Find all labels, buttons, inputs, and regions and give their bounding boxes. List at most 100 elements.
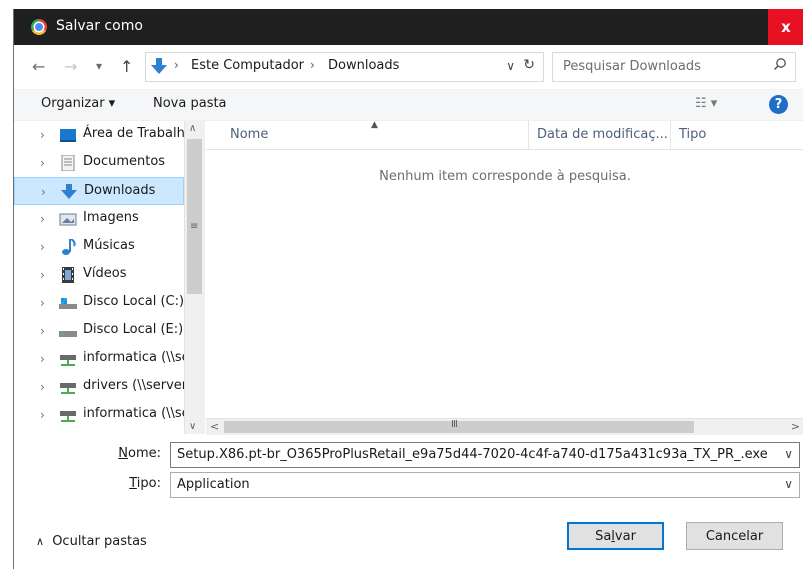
breadcrumb-downloads[interactable]: Downloads — [328, 58, 399, 73]
command-bar: Organizar ▾ Nova pasta ☷ ▾ ? — [14, 89, 803, 121]
help-icon[interactable]: ? — [769, 95, 788, 114]
sidebar-item-label: Disco Local (E:) — [83, 322, 184, 337]
sidebar-item-label: Área de Trabalho — [83, 126, 193, 141]
window-title: Salvar como — [56, 18, 143, 34]
filetype-value[interactable] — [175, 476, 769, 493]
sidebar-item-informatica[interactable]: › informatica (\\se — [14, 345, 190, 373]
drive-e-icon — [59, 323, 77, 339]
chevron-right-icon[interactable]: › — [40, 324, 45, 338]
column-header-date-modified[interactable]: Data de modificaç... — [537, 127, 668, 142]
network-drive-icon — [59, 379, 77, 395]
sidebar-item-downloads[interactable]: › Downloads — [14, 177, 184, 205]
navigation-pane: › Área de Trabalho › Documentos › Downlo… — [14, 121, 204, 434]
sidebar-item-label: informatica (\\se — [83, 406, 190, 421]
column-header-name[interactable]: Nome — [230, 127, 268, 142]
chevron-down-icon[interactable]: ∨ — [784, 447, 793, 461]
filename-combobox[interactable]: ∨ — [170, 442, 800, 468]
sidebar-item-label: Disco Local (C:) — [83, 294, 185, 309]
file-list[interactable]: ▲ Nome Data de modificaç... Tipo Nenhum … — [206, 120, 803, 435]
downloads-icon — [150, 57, 168, 79]
recent-locations-button[interactable]: ▾ — [96, 59, 102, 73]
sidebar-item-label: drivers (\\serverf — [83, 378, 192, 393]
sidebar-item-imagens[interactable]: › Imagens — [14, 205, 184, 233]
chevron-right-icon[interactable]: › — [40, 380, 45, 394]
search-input[interactable] — [561, 58, 765, 75]
hide-folders-label: Ocultar pastas — [52, 534, 147, 549]
pictures-icon — [59, 211, 77, 227]
filetype-label: Tipo: — [129, 476, 161, 491]
filetype-select[interactable]: ∨ — [170, 472, 800, 498]
sidebar-item-label: Vídeos — [83, 266, 127, 281]
address-bar[interactable]: › Este Computador › Downloads ∨ ↻ — [145, 52, 544, 82]
sidebar-item-musicas[interactable]: › Músicas — [14, 233, 184, 261]
filename-label: Nome: — [118, 446, 161, 461]
sidebar-item-drivers[interactable]: › drivers (\\serverf — [14, 373, 192, 401]
sidebar-item-documentos[interactable]: › Documentos — [14, 149, 184, 177]
desktop-icon — [59, 127, 77, 143]
scroll-right-icon[interactable]: > — [791, 420, 800, 433]
downloads-icon — [60, 184, 78, 200]
back-button[interactable]: ← — [32, 57, 45, 76]
sidebar-item-videos[interactable]: › Vídeos — [14, 261, 184, 289]
scroll-up-icon[interactable]: ∧ — [189, 123, 196, 134]
chevron-right-icon[interactable]: › — [40, 268, 45, 282]
address-dropdown-button[interactable]: ∨ — [506, 59, 515, 73]
sidebar-item-disco-e[interactable]: › Disco Local (E:) — [14, 317, 184, 345]
sidebar-item-label: Imagens — [83, 210, 139, 225]
scrollbar-grip-icon: Ⅲ — [451, 419, 458, 430]
save-button[interactable]: Salvar — [567, 522, 664, 550]
search-box[interactable] — [552, 52, 796, 82]
close-button[interactable]: x — [768, 9, 803, 45]
sidebar-item-label: Músicas — [83, 238, 135, 253]
scroll-left-icon[interactable]: < — [210, 420, 219, 433]
horizontal-scrollbar[interactable]: < Ⅲ > — [206, 418, 803, 435]
chevron-right-icon[interactable]: › — [41, 185, 46, 199]
organize-menu-button[interactable]: Organizar ▾ — [41, 96, 115, 111]
column-divider[interactable] — [528, 121, 529, 149]
new-folder-button[interactable]: Nova pasta — [153, 96, 227, 111]
search-icon[interactable] — [773, 57, 787, 75]
cancel-button[interactable]: Cancelar — [686, 522, 783, 550]
drive-c-icon — [59, 295, 77, 311]
chevron-right-icon[interactable]: › — [40, 352, 45, 366]
chevron-up-icon: ∧ — [36, 535, 45, 548]
sidebar-item-informatica-2[interactable]: › informatica (\\se — [14, 401, 190, 429]
hide-folders-toggle[interactable]: ∧ Ocultar pastas — [36, 534, 147, 549]
sidebar-item-label: informatica (\\se — [83, 350, 190, 365]
chevron-right-icon[interactable]: › — [40, 296, 45, 310]
breadcrumb-separator: › — [174, 58, 179, 72]
chevron-right-icon[interactable]: › — [40, 156, 45, 170]
column-header-type[interactable]: Tipo — [679, 127, 706, 142]
scroll-down-icon[interactable]: ∨ — [189, 421, 196, 432]
network-drive-icon — [59, 407, 77, 423]
title-bar[interactable]: Salvar como x — [14, 9, 803, 45]
forward-button[interactable]: → — [64, 57, 77, 76]
scrollbar-thumb[interactable] — [224, 421, 694, 433]
save-as-dialog: Salvar como x ← → ▾ ↑ › Este Computador … — [13, 9, 803, 569]
navigation-scrollbar[interactable]: ∧ ≡ ∨ — [184, 121, 205, 434]
up-button[interactable]: ↑ — [120, 57, 133, 76]
videos-icon — [59, 267, 77, 283]
chevron-down-icon[interactable]: ∨ — [784, 477, 793, 491]
sidebar-item-label: Downloads — [84, 183, 156, 198]
empty-message: Nenhum item corresponde à pesquisa. — [379, 169, 631, 184]
scrollbar-grip-icon: ≡ — [190, 221, 199, 232]
sidebar-item-area-de-trabalho[interactable]: › Área de Trabalho — [14, 121, 193, 149]
chevron-right-icon[interactable]: › — [40, 408, 45, 422]
filename-input[interactable] — [175, 446, 769, 463]
column-divider[interactable] — [670, 121, 671, 149]
network-drive-icon — [59, 351, 77, 367]
refresh-button[interactable]: ↻ — [523, 57, 535, 73]
sidebar-item-disco-c[interactable]: › Disco Local (C:) — [14, 289, 184, 317]
filetype-row: Tipo: ∨ — [14, 472, 803, 498]
view-options-button[interactable]: ☷ ▾ — [695, 96, 717, 111]
chrome-icon — [31, 19, 47, 35]
chevron-right-icon[interactable]: › — [40, 240, 45, 254]
scrollbar-thumb[interactable] — [187, 139, 202, 294]
chevron-right-icon[interactable]: › — [40, 212, 45, 226]
music-icon — [59, 238, 77, 255]
chevron-right-icon[interactable]: › — [40, 128, 45, 142]
sort-ascending-icon: ▲ — [371, 120, 378, 130]
breadcrumb-separator: › — [310, 58, 315, 72]
breadcrumb-este-computador[interactable]: Este Computador — [191, 58, 304, 73]
